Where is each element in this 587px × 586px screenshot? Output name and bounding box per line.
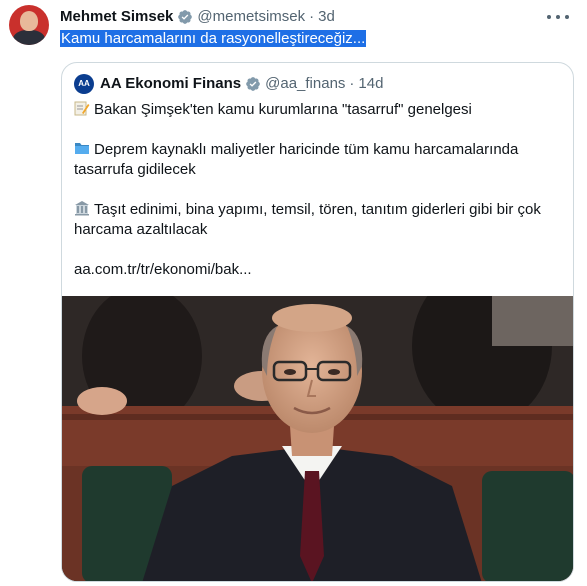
folder-icon [75,143,89,154]
verified-badge-icon [178,10,193,24]
tweet-time[interactable]: 3d [318,8,335,26]
quoted-separator: · [349,75,355,92]
quoted-link[interactable]: aa.com.tr/tr/ekonomi/bak... [74,260,252,280]
photo-illustration [62,296,573,581]
quoted-line-3: Taşıt edinimi, bina yapımı, temsil, töre… [74,200,541,220]
quoted-line-2: Deprem kaynaklı maliyetler haricinde tüm… [74,140,518,160]
quoted-author-handle[interactable]: @aa_finans [265,74,345,94]
tweet-text-selected: Kamu harcamalarını da rasyonelleştireceğ… [60,30,367,47]
quoted-line-2b: tasarrufa gidilecek [74,161,196,178]
memo-pencil-icon [74,101,90,116]
avatar-face [20,11,38,31]
avatar-suit [13,30,45,45]
author-handle[interactable]: @memetsimsek [197,8,305,26]
building-icon [75,201,89,216]
quoted-author-name[interactable]: AA Ekonomi Finans [100,74,241,94]
tweet-header: Mehmet Simsek @memetsimsek · 3d [60,8,335,26]
quoted-line-3a-text: Taşıt edinimi, bina yapımı, temsil, töre… [94,201,541,218]
author-name[interactable]: Mehmet Simsek [60,8,173,26]
more-options-icon[interactable] [547,8,569,26]
header-separator: · [309,8,315,25]
quoted-line-1-text: Bakan Şimşek'ten kamu kurumlarına "tasar… [94,101,472,118]
author-avatar[interactable] [9,5,49,45]
verified-badge-icon [246,77,260,91]
quoted-line-1: Bakan Şimşek'ten kamu kurumlarına "tasar… [74,100,472,120]
quoted-header: AA AA Ekonomi Finans @aa_finans · 14d [74,74,383,94]
quoted-time[interactable]: 14d [358,74,383,94]
quoted-line-2a-text: Deprem kaynaklı maliyetler haricinde tüm… [94,141,519,158]
aa-logo-icon[interactable]: AA [74,74,94,94]
quoted-photo[interactable] [62,296,573,581]
tweet-text: Kamu harcamalarını da rasyonelleştireceğ… [60,29,367,48]
quoted-line-3b: harcama azaltılacak [74,221,208,238]
quoted-tweet-card[interactable]: AA AA Ekonomi Finans @aa_finans · 14d Ba… [61,62,574,582]
